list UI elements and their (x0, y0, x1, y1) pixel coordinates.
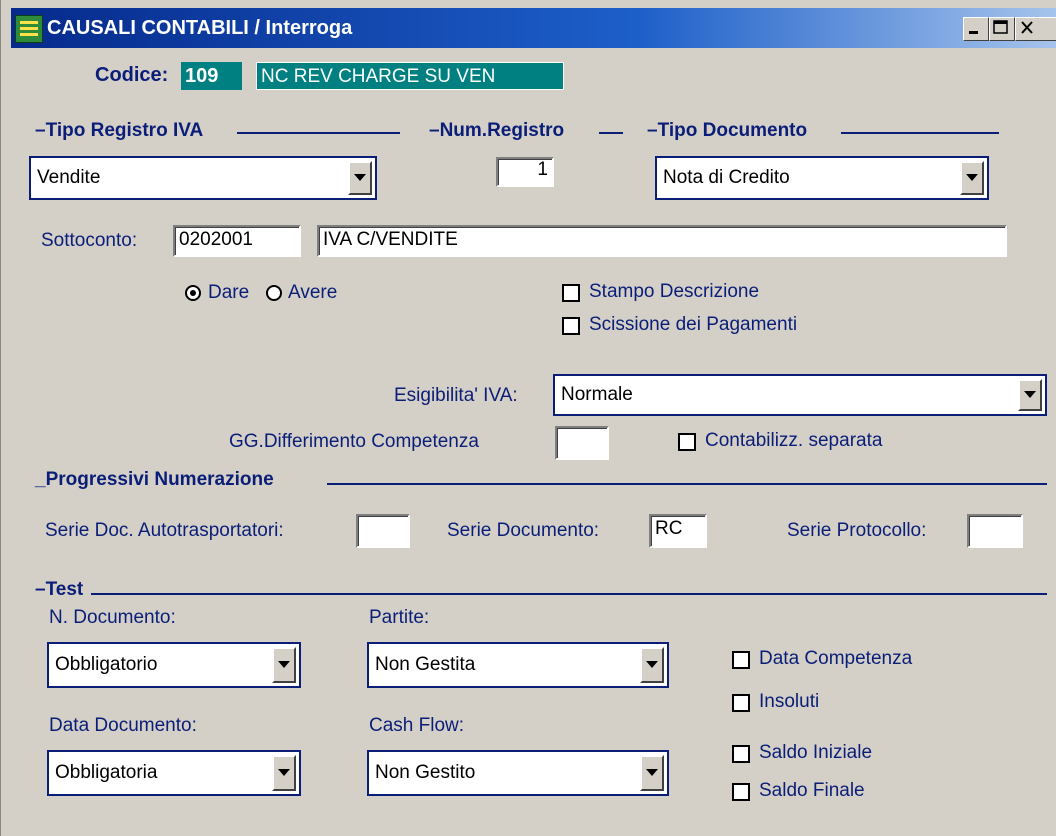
avere-radio[interactable] (266, 285, 282, 301)
chevron-down-icon (966, 174, 978, 181)
data-documento-label: Data Documento: (49, 715, 197, 736)
title-bar[interactable]: CAUSALI CONTABILI / Interroga (11, 8, 1056, 48)
dropdown-button[interactable] (348, 161, 372, 195)
serie-documento-field[interactable]: RC (649, 514, 707, 548)
stampo-descrizione-checkbox[interactable] (562, 284, 580, 302)
dropdown-button[interactable] (1018, 379, 1042, 411)
saldo-finale-label: Saldo Finale (759, 780, 865, 801)
scissione-pagamenti-label: Scissione dei Pagamenti (589, 314, 798, 335)
progressivi-title: _Progressivi Numerazione (35, 469, 274, 490)
section-divider (237, 132, 400, 134)
num-registro-field[interactable]: 1 (496, 157, 554, 187)
sottoconto-description-field[interactable]: IVA C/VENDITE (317, 225, 1007, 257)
tipo-documento-value: Nota di Credito (663, 167, 790, 188)
chevron-down-icon (278, 661, 290, 668)
avere-label: Avere (288, 282, 338, 303)
cash-flow-label: Cash Flow: (369, 715, 465, 736)
insoluti-label: Insoluti (759, 691, 820, 712)
dropdown-button[interactable] (272, 647, 296, 683)
saldo-iniziale-label: Saldo Iniziale (759, 742, 873, 763)
dropdown-button[interactable] (640, 755, 664, 791)
esigibilita-select[interactable]: Normale (553, 374, 1047, 416)
insoluti-checkbox[interactable] (732, 694, 750, 712)
causale-description[interactable]: NC REV CHARGE SU VEN (256, 62, 564, 90)
n-documento-value: Obbligatorio (55, 654, 158, 675)
partite-select[interactable]: Non Gestita (367, 642, 669, 688)
chevron-down-icon (646, 661, 658, 668)
ledger-app-icon (15, 15, 43, 43)
section-divider (599, 132, 623, 134)
codice-value[interactable]: 109 (181, 62, 242, 90)
chevron-down-icon (354, 174, 366, 181)
section-divider (91, 593, 1047, 595)
num-registro-title: –Num.Registro (429, 120, 565, 141)
data-competenza-checkbox[interactable] (732, 651, 750, 669)
dare-label: Dare (208, 282, 250, 303)
codice-label: Codice: (95, 64, 169, 86)
saldo-finale-checkbox[interactable] (732, 783, 750, 801)
close-button[interactable] (1015, 17, 1056, 41)
n-documento-select[interactable]: Obbligatorio (47, 642, 301, 688)
maximize-button[interactable] (989, 17, 1015, 41)
serie-documento-label: Serie Documento: (447, 520, 600, 541)
tipo-documento-select[interactable]: Nota di Credito (655, 156, 989, 200)
chevron-down-icon (278, 769, 290, 776)
minimize-icon (969, 31, 978, 34)
section-divider (841, 132, 999, 134)
sottoconto-label: Sottoconto: (41, 230, 138, 251)
data-documento-value: Obbligatoria (55, 762, 158, 783)
form-window: CAUSALI CONTABILI / Interroga Codice: 10… (0, 0, 1056, 836)
data-competenza-label: Data Competenza (759, 648, 913, 669)
stampo-descrizione-label: Stampo Descrizione (589, 281, 760, 302)
chevron-down-icon (1024, 391, 1036, 398)
saldo-iniziale-checkbox[interactable] (732, 745, 750, 763)
partite-value: Non Gestita (375, 654, 476, 675)
minimize-button[interactable] (963, 17, 989, 41)
chevron-down-icon (646, 769, 658, 776)
window-title: CAUSALI CONTABILI / Interroga (47, 17, 353, 39)
partite-label: Partite: (369, 607, 430, 628)
scissione-pagamenti-checkbox[interactable] (562, 317, 580, 335)
test-title: –Test (35, 579, 84, 600)
dare-radio[interactable] (185, 285, 201, 301)
gg-differimento-label: GG.Differimento Competenza (229, 431, 479, 452)
maximize-icon (993, 20, 1008, 34)
serie-autotrasportatori-label: Serie Doc. Autotrasportatori: (45, 520, 284, 541)
esigibilita-value: Normale (561, 384, 633, 405)
tipo-documento-title: –Tipo Documento (647, 120, 808, 141)
gg-differimento-field[interactable] (555, 426, 609, 460)
tipo-registro-select[interactable]: Vendite (29, 156, 377, 200)
serie-autotrasportatori-field[interactable] (356, 514, 410, 548)
data-documento-select[interactable]: Obbligatoria (47, 750, 301, 796)
serie-protocollo-field[interactable] (967, 514, 1023, 548)
n-documento-label: N. Documento: (49, 607, 176, 628)
tipo-registro-value: Vendite (37, 167, 101, 188)
serie-protocollo-label: Serie Protocollo: (787, 520, 927, 541)
esigibilita-label: Esigibilita' IVA: (394, 385, 518, 406)
dropdown-button[interactable] (960, 161, 984, 195)
section-divider (327, 483, 1047, 485)
dropdown-button[interactable] (272, 755, 296, 791)
sottoconto-code-field[interactable]: 0202001 (173, 225, 301, 257)
cash-flow-value: Non Gestito (375, 762, 476, 783)
contabilizz-separata-label: Contabilizz. separata (705, 430, 883, 451)
dropdown-button[interactable] (640, 647, 664, 683)
tipo-registro-title: –Tipo Registro IVA (35, 120, 204, 141)
contabilizz-separata-checkbox[interactable] (678, 433, 696, 451)
cash-flow-select[interactable]: Non Gestito (367, 750, 669, 796)
close-icon (1021, 21, 1033, 34)
